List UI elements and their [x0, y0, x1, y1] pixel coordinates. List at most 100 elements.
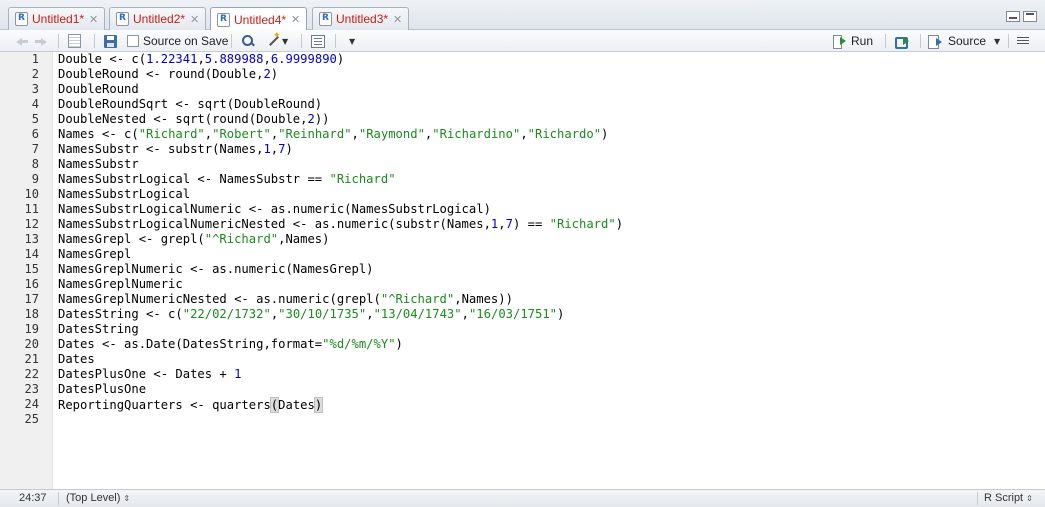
file-type-label: R Script [984, 492, 1024, 504]
code-token: NamesGrepl [58, 247, 132, 261]
save-button[interactable] [104, 33, 117, 49]
code-line[interactable]: Dates <- as.Date(DatesString,format="%d/… [58, 337, 403, 352]
line-number: 17 [24, 292, 39, 306]
line-number: 12 [24, 217, 39, 231]
source-arrow-icon [928, 34, 944, 49]
compile-notebook-button[interactable] [311, 33, 325, 49]
tab-untitled2[interactable]: Untitled2* ✕ [109, 7, 207, 30]
string-token: "^Richard" [380, 292, 455, 306]
code-line[interactable]: ReportingQuarters <- quarters(Dates) [58, 397, 324, 413]
outline-menu-icon [1017, 36, 1029, 46]
line-number: 22 [24, 367, 39, 381]
code-line[interactable]: DoubleRound <- round(Double,2) [58, 67, 278, 82]
string-token: "Richard" [549, 217, 616, 231]
close-icon[interactable]: ✕ [393, 13, 402, 26]
code-token: ReportingQuarters <- quarters [58, 398, 271, 412]
minimize-pane-icon[interactable] [1006, 11, 1020, 22]
rerun-button[interactable] [895, 33, 911, 49]
code-token: NamesSubstr <- substr(Names, [58, 142, 264, 156]
code-token: ) [557, 307, 565, 321]
string-token: "Richardo" [527, 127, 602, 141]
line-number: 2 [31, 67, 39, 81]
number-token: 1 [234, 367, 242, 381]
file-type-selector[interactable]: R Script ⇕ [984, 492, 1033, 504]
line-number: 5 [31, 112, 39, 126]
more-options-button[interactable]: ▼ [347, 33, 355, 49]
search-icon [241, 34, 255, 48]
code-token: DoubleRound [58, 82, 139, 96]
toolbar-divider [231, 34, 232, 48]
code-token: NamesGrepl <- grepl( [58, 232, 205, 246]
string-token: "Richard" [329, 172, 396, 186]
code-line[interactable]: DoubleRound [58, 82, 139, 97]
code-line[interactable]: DoubleNested <- sqrt(round(Double,2)) [58, 112, 330, 127]
run-button[interactable]: Run [833, 33, 873, 49]
tab-untitled4[interactable]: Untitled4* ✕ [210, 7, 308, 31]
code-line[interactable]: NamesSubstrLogical [58, 187, 190, 202]
source-on-save-toggle[interactable]: Source on Save [127, 33, 228, 49]
code-line[interactable]: NamesSubstrLogical <- NamesSubstr == "Ri… [58, 172, 396, 187]
code-token: , [197, 52, 205, 66]
code-line[interactable]: NamesSubstrLogicalNumeric <- as.numeric(… [58, 202, 491, 217]
code-line[interactable]: NamesGreplNumericNested <- as.numeric(gr… [58, 292, 513, 307]
code-line[interactable]: NamesSubstr [58, 157, 139, 172]
line-number: 24 [24, 397, 39, 411]
code-line[interactable]: NamesSubstrLogicalNumericNested <- as.nu… [58, 217, 623, 232]
maximize-pane-icon[interactable] [1023, 11, 1037, 22]
rerun-icon [895, 35, 911, 49]
forward-button[interactable] [34, 33, 49, 49]
string-token: "^Richard" [204, 232, 279, 246]
source-button[interactable]: Source ▼ [928, 33, 1000, 49]
code-token: , [461, 307, 469, 321]
string-token: "22/02/1732" [182, 307, 271, 321]
string-token: "Reinhard" [278, 127, 352, 141]
code-line[interactable]: NamesSubstr <- substr(Names,1,7) [58, 142, 293, 157]
toolbar-divider [885, 34, 886, 48]
source-label: Source [948, 34, 987, 48]
code-token: , [351, 127, 359, 141]
code-line[interactable]: DatesString [58, 322, 139, 337]
status-divider [58, 492, 59, 505]
code-editor[interactable]: 1 2 3 4 5 6 7 8 9 10 11 12 13 14 15 16 17 18 19 20 21 22 23 24 2… [0, 52, 1045, 489]
line-number: 21 [24, 352, 39, 366]
line-number: 13 [24, 232, 39, 246]
code-line[interactable]: NamesGrepl <- grepl("^Richard",Names) [58, 232, 330, 247]
string-token: "%d/%m/%Y" [322, 337, 396, 351]
show-in-window-button[interactable] [68, 33, 81, 49]
code-token: Names <- c( [58, 127, 139, 141]
close-icon[interactable]: ✕ [89, 13, 98, 26]
tab-untitled1[interactable]: Untitled1* ✕ [8, 7, 106, 30]
code-token: NamesGreplNumeric [58, 277, 183, 291]
code-area[interactable]: Double <- c(1.22341,5.889988,6.9999890) D… [58, 52, 1038, 489]
chevron-down-icon: ▼ [994, 36, 1001, 46]
code-line[interactable]: NamesGreplNumeric [58, 277, 183, 292]
code-line[interactable]: NamesGreplNumeric <- as.numeric(NamesGre… [58, 262, 374, 277]
string-token: "Richard" [138, 127, 205, 141]
line-number: 8 [31, 157, 39, 171]
scope-selector[interactable]: (Top Level) ⇕ [66, 492, 130, 504]
find-replace-button[interactable] [241, 33, 255, 49]
code-line[interactable]: DatesString <- c("22/02/1732","30/10/173… [58, 307, 564, 322]
number-token: 6.9999890 [270, 52, 337, 66]
code-token: , [498, 217, 506, 231]
code-line[interactable]: NamesGrepl [58, 247, 131, 262]
source-on-save-checkbox[interactable] [127, 35, 139, 47]
editor-toolbar: Source on Save ▼ ▼ Run Source ▼ [0, 30, 1045, 52]
toolbar-divider [335, 34, 336, 48]
code-line[interactable]: DatesPlusOne [58, 382, 146, 397]
code-line[interactable]: Double <- c(1.22341,5.889988,6.9999890) [58, 52, 344, 67]
code-line[interactable]: Names <- c("Richard","Robert","Reinhard"… [58, 127, 608, 142]
line-number: 25 [24, 412, 39, 426]
code-line[interactable]: Dates [58, 352, 95, 367]
code-line[interactable]: DoubleRoundSqrt <- sqrt(DoubleRound) [58, 97, 322, 112]
code-tools-button[interactable]: ▼ [266, 31, 288, 49]
tab-untitled3[interactable]: Untitled3* ✕ [312, 7, 410, 30]
document-outline-button[interactable] [1017, 33, 1029, 49]
number-token: 1.22341 [146, 52, 198, 66]
close-icon[interactable]: ✕ [291, 13, 300, 26]
r-file-icon [116, 12, 129, 26]
save-disk-icon [104, 34, 117, 48]
code-line[interactable]: DatesPlusOne <- Dates + 1 [58, 367, 241, 382]
back-button[interactable] [14, 33, 29, 49]
close-icon[interactable]: ✕ [190, 13, 199, 26]
